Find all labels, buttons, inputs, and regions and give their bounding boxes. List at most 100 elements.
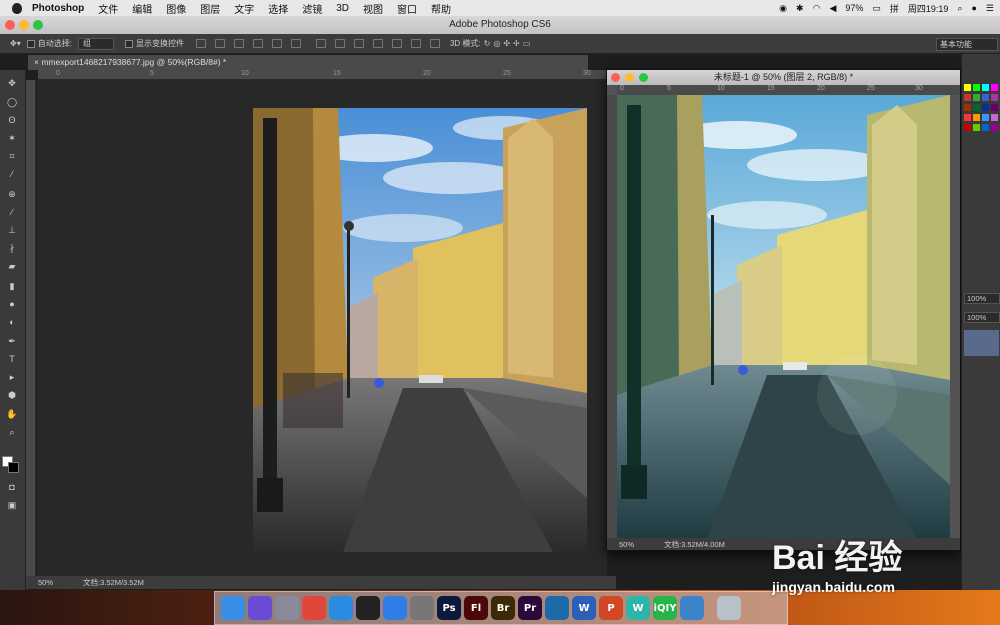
pen-tool-icon[interactable]: ✒ [5,336,19,346]
align-center-icon[interactable] [271,39,282,48]
history-brush-tool-icon[interactable]: ∤ [5,243,19,253]
zoom-window-icon[interactable] [639,73,648,82]
apple-icon[interactable] [12,2,22,14]
dock-photoshop-icon[interactable]: Ps [437,596,461,620]
input-method-icon[interactable]: 拼 [890,2,899,15]
dock-word-icon[interactable]: W [572,596,596,620]
dock-wunderlist-icon[interactable] [680,596,704,620]
status-icon[interactable]: ◉ [779,3,787,14]
move-tool-icon[interactable]: ✥ [5,78,19,88]
floating-window-title-bar[interactable]: 未标题-1 @ 50% (图层 2, RGB/8) * [607,70,960,85]
3d-pan-icon[interactable]: ✣ [503,39,510,48]
dock-safari-icon[interactable] [329,596,353,620]
distribute-bottom-icon[interactable] [353,39,364,48]
distribute-left-icon[interactable] [372,39,383,48]
3d-scale-icon[interactable]: ▭ [523,39,531,48]
document-size[interactable]: 文档:3.52M/4.00M [664,539,725,550]
path-selection-tool-icon[interactable]: ▸ [5,372,19,382]
menu-help[interactable]: 帮助 [424,1,458,16]
clone-stamp-tool-icon[interactable]: ⊥ [5,225,19,235]
close-window-icon[interactable] [611,73,620,82]
wifi-icon[interactable]: ◠ [813,3,821,14]
menu-layer[interactable]: 图层 [193,1,227,16]
dock-launchpad-icon[interactable] [275,596,299,620]
swatch[interactable] [982,114,989,121]
dock-siri-icon[interactable] [248,596,272,620]
close-window-icon[interactable] [5,20,15,30]
zoom-tool-icon[interactable]: ⌕ [5,427,19,437]
dock-premiere-icon[interactable]: Pr [518,596,542,620]
selected-layer-row[interactable] [964,330,999,356]
menu-select[interactable]: 选择 [261,1,295,16]
hand-tool-icon[interactable]: ✋ [5,409,19,419]
menu-file[interactable]: 文件 [91,1,125,16]
notification-center-icon[interactable]: ☰ [986,3,994,14]
distribute-center-icon[interactable] [391,39,402,48]
workspace-dropdown[interactable]: 基本功能 [936,38,998,51]
crop-tool-icon[interactable]: ⌗ [5,151,19,161]
swatch[interactable] [991,124,998,131]
zoom-level[interactable]: 50% [619,540,634,549]
battery-icon[interactable]: ▭ [872,3,881,14]
distribute-right-icon[interactable] [410,39,421,48]
marquee-tool-icon[interactable]: ◯ [5,97,19,107]
distribute-middle-icon[interactable] [334,39,345,48]
move-tool-preset-icon[interactable]: ✥▾ [10,38,21,50]
auto-select-dropdown[interactable]: 组 [77,37,114,50]
align-bottom-icon[interactable] [233,39,244,48]
swatch[interactable] [982,84,989,91]
minimize-window-icon[interactable] [19,20,29,30]
healing-brush-tool-icon[interactable]: ⊕ [5,189,19,199]
vertical-ruler[interactable] [26,80,36,576]
dock-trash-icon[interactable] [717,596,741,620]
dock-bridge-icon[interactable]: Br [491,596,515,620]
swatch[interactable] [991,84,998,91]
show-transform-group[interactable]: 显示变换控件 [124,38,184,50]
minimize-window-icon[interactable] [625,73,634,82]
dock-app-store-icon[interactable] [383,596,407,620]
dock-system-preferences-icon[interactable] [410,596,434,620]
swatch[interactable] [973,84,980,91]
menu-image[interactable]: 图像 [159,1,193,16]
dodge-tool-icon[interactable]: ◐ [5,317,19,327]
swatch[interactable] [973,104,980,111]
eyedropper-tool-icon[interactable]: ⁄ [5,169,19,179]
align-middle-icon[interactable] [214,39,225,48]
menu-edit[interactable]: 编辑 [125,1,159,16]
lasso-tool-icon[interactable]: ʘ [5,115,19,125]
swatch[interactable] [964,84,971,91]
dock-finder-icon[interactable] [221,596,245,620]
swatch[interactable] [982,124,989,131]
document-canvas[interactable] [37,80,607,576]
spotlight-icon[interactable]: ⌕ [957,3,962,14]
background-color-swatch[interactable] [8,462,19,473]
brush-tool-icon[interactable]: ∕ [5,207,19,217]
swatch[interactable] [964,114,971,121]
horizontal-ruler[interactable]: 0 5 10 15 20 25 30 [38,70,608,80]
swatch[interactable] [973,114,980,121]
dock-qq-icon[interactable] [356,596,380,620]
swatch[interactable] [991,104,998,111]
menu-app-photoshop[interactable]: Photoshop [28,3,91,14]
swatch[interactable] [973,124,980,131]
auto-select-checkbox-group[interactable]: 自动选择: [26,38,72,50]
siri-icon[interactable]: ● [971,3,976,13]
swatch[interactable] [973,94,980,101]
volume-icon[interactable]: ◀ [829,3,836,14]
auto-align-icon[interactable] [429,39,440,48]
distribute-top-icon[interactable] [315,39,326,48]
swatch[interactable] [991,94,998,101]
blur-tool-icon[interactable]: ● [5,299,19,309]
horizontal-ruler[interactable]: 0 5 10 15 20 25 30 [617,85,960,95]
vertical-ruler[interactable] [607,95,617,538]
menu-type[interactable]: 文字 [227,1,261,16]
fill-field[interactable]: 100% [964,312,1000,323]
dock-wps-icon[interactable]: W [626,596,650,620]
menu-view[interactable]: 视图 [356,1,390,16]
dock-flash-icon[interactable]: Fl [464,596,488,620]
show-transform-checkbox[interactable] [124,39,133,48]
magic-wand-tool-icon[interactable]: ✶ [5,133,19,143]
swatch[interactable] [982,94,989,101]
auto-select-checkbox[interactable] [26,39,35,48]
clock[interactable]: 周四19:19 [908,2,949,15]
